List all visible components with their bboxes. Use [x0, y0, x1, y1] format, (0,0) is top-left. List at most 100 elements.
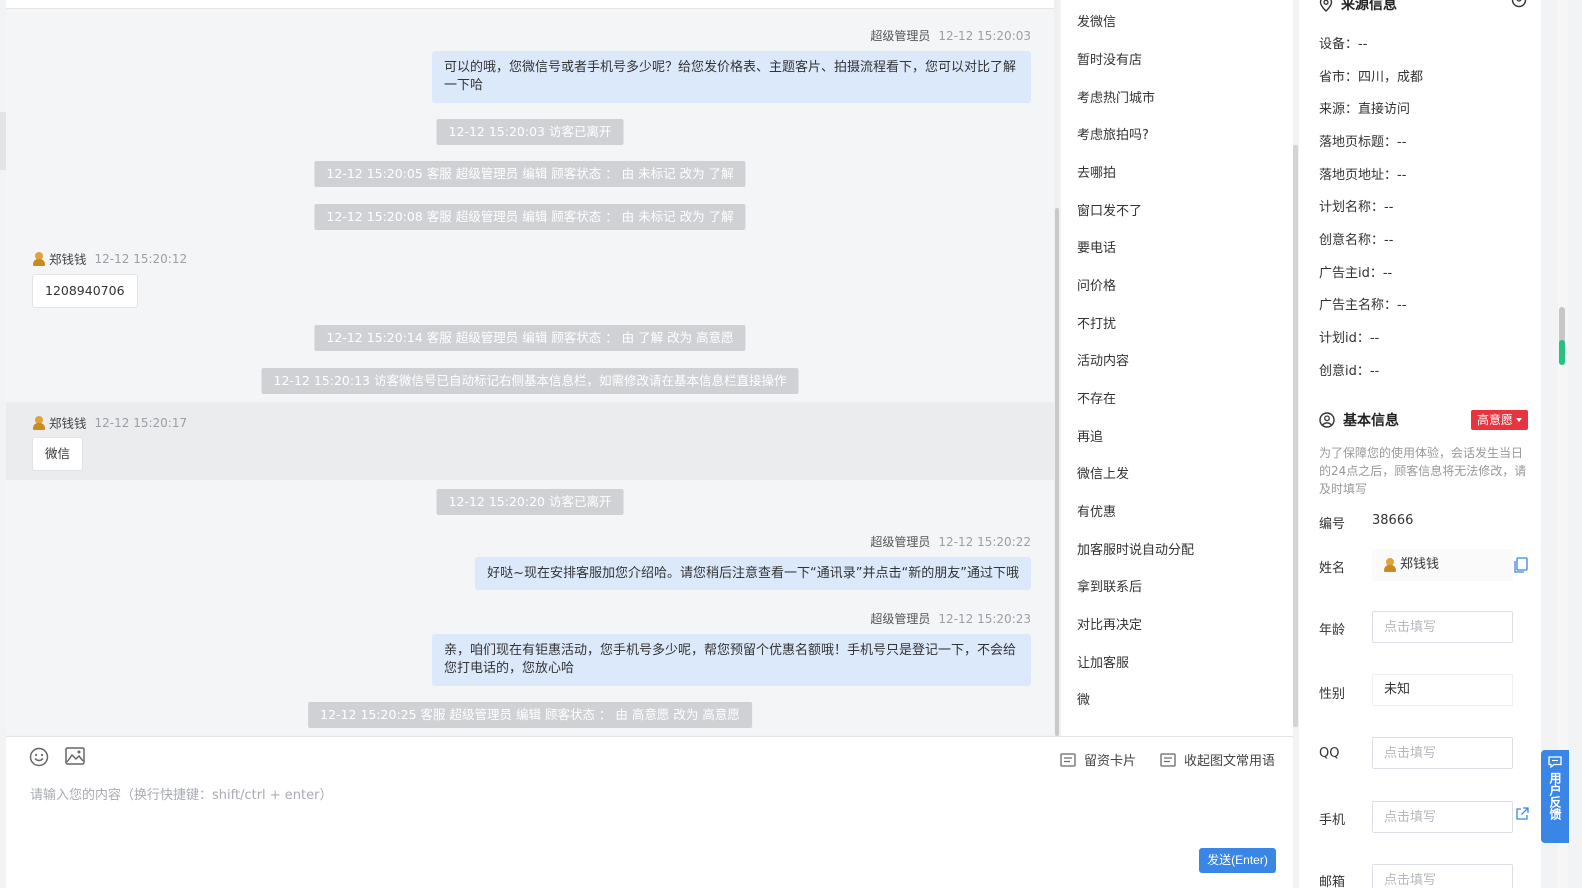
message-text: 好哒~现在安排客服加您介绍哈。请您稍后注意查看一下“通讯录”并点击“新的朋友”通…	[487, 566, 1019, 581]
gender-value: 未知	[1384, 682, 1411, 697]
message-input[interactable]: 请输入您的内容（换行快捷键：shift/ctrl + enter）	[30, 784, 333, 803]
gender-select[interactable]: 未知	[1372, 674, 1513, 706]
quick-reply-panel: 发微信 暂时没有店 考虑热门城市 考虑旅拍吗? 去哪拍 窗口发不了 要电话 问价…	[1061, 0, 1293, 736]
source-info-landing-title: 落地页标题：--	[1319, 135, 1407, 150]
message-icon	[1548, 756, 1562, 768]
user-feedback-label: 用户反馈	[1548, 772, 1562, 820]
message-text: 可以的哦，您微信号或者手机号多少呢？给您发价格表、主题客片、拍摄流程看下，您可以…	[444, 60, 1017, 75]
agent-message-header: 超级管理员 12-12 15:20:23	[870, 610, 1031, 627]
source-info-region: 省市：四川，成都	[1319, 70, 1424, 85]
gender-label: 性别	[1319, 687, 1346, 702]
visitor-avatar-icon	[32, 251, 46, 266]
visitor-message-header: 郑钱钱 12-12 15:20:12	[32, 249, 187, 268]
quick-reply-item[interactable]: 发微信	[1077, 11, 1116, 30]
chat-topbar	[6, 0, 1055, 9]
quick-reply-item[interactable]: 要电话	[1077, 237, 1116, 256]
system-notice: 12-12 15:20:14 客服 超级管理员 编辑 顾客状态 ： 由 了解 改…	[314, 325, 746, 351]
email-input[interactable]	[1372, 864, 1513, 888]
source-info-device: 设备：--	[1319, 37, 1368, 52]
source-info-creative-id: 创意id：--	[1319, 364, 1380, 379]
name-field: 郑钱钱	[1372, 549, 1513, 581]
phrases-button-label: 收起图文常用语	[1184, 754, 1276, 769]
quick-reply-item[interactable]: 活动内容	[1077, 350, 1129, 369]
intent-status-dropdown[interactable]: 高意愿	[1471, 410, 1529, 430]
system-notice: 12-12 15:20:20 访客已离开	[436, 489, 624, 515]
quick-reply-item[interactable]: 问价格	[1077, 275, 1116, 294]
quick-reply-item[interactable]: 再追	[1077, 426, 1103, 445]
qq-input[interactable]	[1372, 737, 1513, 769]
message-time: 12-12 15:20:22	[938, 535, 1031, 549]
message-text: 亲，咱们现在有钜惠活动，您手机号多少呢，帮您预留个优惠名额哦！手机号只是登记一下…	[444, 643, 1017, 658]
emoji-icon[interactable]	[29, 747, 49, 771]
left-edge-tab[interactable]	[0, 112, 6, 170]
visitor-avatar-icon	[1383, 558, 1397, 572]
message-text: 一下哈	[444, 78, 484, 93]
info-panel-scroll-indicator	[1559, 340, 1565, 365]
user-feedback-tab[interactable]: 用户反馈	[1541, 750, 1569, 843]
age-input[interactable]	[1372, 611, 1513, 643]
visitor-name: 郑钱钱	[49, 416, 87, 431]
system-notice: 12-12 15:20:03 访客已离开	[436, 119, 624, 145]
image-icon[interactable]	[65, 747, 85, 769]
phone-label: 手机	[1319, 813, 1346, 828]
id-value: 38666	[1372, 513, 1414, 528]
message-time: 12-12 15:20:23	[938, 612, 1031, 626]
visitor-name: 郑钱钱	[49, 252, 87, 267]
quick-reply-item[interactable]: 微信上发	[1077, 463, 1129, 482]
system-notice: 12-12 15:20:08 客服 超级管理员 编辑 顾客状态 ： 由 未标记 …	[314, 204, 746, 230]
phrases-toggle-button[interactable]: 收起图文常用语	[1160, 750, 1275, 769]
name-value: 郑钱钱	[1400, 557, 1440, 572]
quick-reply-item[interactable]: 去哪拍	[1077, 162, 1116, 181]
message-time: 12-12 15:20:17	[94, 415, 188, 430]
agent-message-header: 超级管理员 12-12 15:20:03	[870, 27, 1031, 44]
message-input-area: 请输入您的内容（换行快捷键：shift/ctrl + enter） 留资卡片 收…	[6, 736, 1293, 888]
quick-reply-item[interactable]: 考虑旅拍吗?	[1077, 124, 1149, 143]
agent-message-bubble: 亲，咱们现在有钜惠活动，您手机号多少呢，帮您预留个优惠名额哦！手机号只是登记一下…	[432, 634, 1031, 686]
copy-icon[interactable]	[1514, 557, 1528, 577]
quick-reply-item[interactable]: 微	[1077, 689, 1090, 708]
quick-reply-item[interactable]: 不存在	[1077, 388, 1116, 407]
quick-reply-item[interactable]: 对比再决定	[1077, 614, 1142, 633]
phone-input[interactable]	[1372, 801, 1513, 833]
message-time: 12-12 15:20:12	[94, 251, 188, 266]
intent-status-label: 高意愿	[1477, 413, 1514, 427]
agent-message-header: 超级管理员 12-12 15:20:22	[870, 533, 1031, 550]
quick-reply-item[interactable]: 不打扰	[1077, 313, 1116, 332]
source-info-source: 来源：直接访问	[1319, 102, 1411, 117]
caret-down-icon	[1516, 418, 1523, 422]
source-info-landing-url: 落地页地址：--	[1319, 168, 1407, 183]
system-notice: 12-12 15:20:25 客服 超级管理员 编辑 顾客状态 ： 由 高意愿 …	[308, 702, 752, 728]
quick-reply-item[interactable]: 暂时没有店	[1077, 49, 1142, 68]
shield-icon[interactable]	[1511, 0, 1527, 14]
source-info-title-text: 来源信息	[1341, 0, 1397, 13]
external-link-icon[interactable]	[1515, 807, 1529, 825]
visitor-message-header: 郑钱钱 12-12 15:20:17	[32, 413, 187, 432]
source-info-title: 来源信息	[1319, 0, 1397, 14]
quick-reply-item[interactable]: 窗口发不了	[1077, 200, 1142, 219]
chat-scrollbar-thumb[interactable]	[1055, 208, 1059, 736]
card-button[interactable]: 留资卡片	[1060, 750, 1136, 769]
send-button[interactable]: 发送(Enter)	[1199, 848, 1276, 873]
basic-info-title-text: 基本信息	[1343, 413, 1399, 429]
card-icon	[1060, 752, 1076, 767]
message-text: 您打电话的，您放心哈	[444, 661, 575, 676]
edit-notice: 为了保障您的使用体验，会话发生当日的24点之后，顾客信息将无法修改，请及时填写	[1319, 446, 1527, 496]
email-label: 邮箱	[1319, 875, 1346, 888]
visitor-avatar-icon	[32, 415, 46, 430]
quick-reply-item[interactable]: 加客服时说自动分配	[1077, 539, 1194, 558]
source-info-creative-name: 创意名称：--	[1319, 233, 1394, 248]
card-button-label: 留资卡片	[1084, 754, 1137, 769]
quick-reply-item[interactable]: 拿到联系后	[1077, 576, 1142, 595]
quick-reply-scrollbar[interactable]	[1293, 145, 1298, 727]
basic-info-title: 基本信息	[1319, 410, 1399, 430]
system-notice: 12-12 15:20:13 访客微信号已自动标记右侧基本信息栏，如需修改请在基…	[261, 368, 799, 394]
name-label: 姓名	[1319, 561, 1346, 576]
agent-name: 超级管理员	[870, 612, 931, 626]
quick-reply-item[interactable]: 让加客服	[1077, 652, 1129, 671]
agent-name: 超级管理员	[870, 29, 931, 43]
system-notice: 12-12 15:20:05 客服 超级管理员 编辑 顾客状态 ： 由 未标记 …	[314, 161, 746, 187]
location-pin-icon	[1319, 0, 1333, 12]
quick-reply-item[interactable]: 考虑热门城市	[1077, 87, 1155, 106]
visitor-message-bubble: 微信	[32, 437, 84, 471]
quick-reply-item[interactable]: 有优惠	[1077, 501, 1116, 520]
